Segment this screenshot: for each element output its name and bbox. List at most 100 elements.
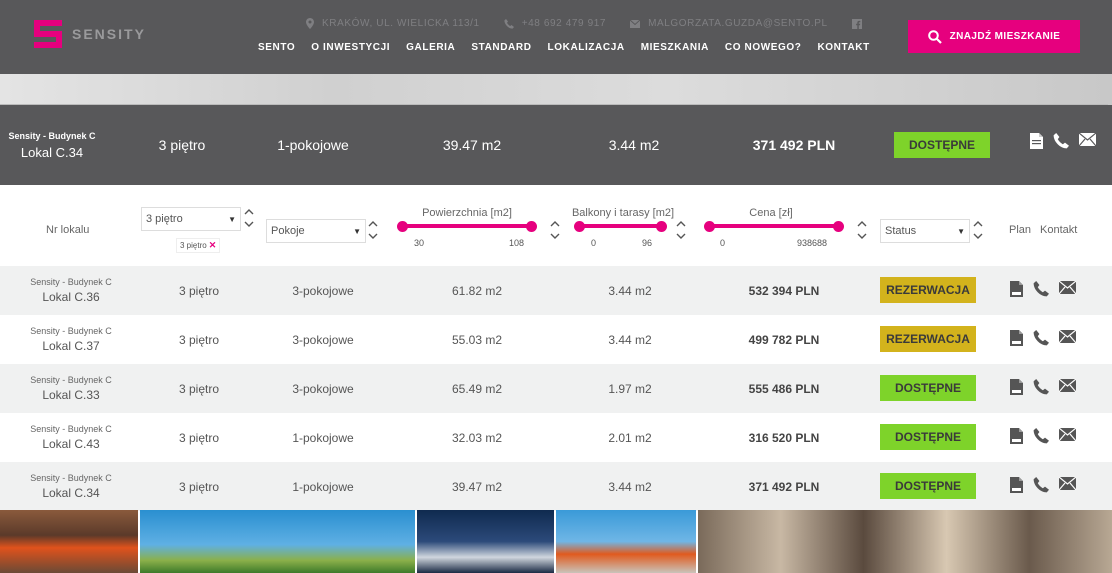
nav-galeria[interactable]: GALERIA — [406, 42, 455, 53]
gallery-photo-2[interactable] — [139, 510, 416, 573]
balcony-min-value: 0 — [591, 238, 597, 248]
lokal-name: Lokal C.33 — [42, 388, 100, 402]
email-item[interactable]: MALGORZATA.GUZDA@SENTO.PL — [630, 18, 828, 29]
balcony-min-handle[interactable] — [574, 221, 585, 232]
sort-up-icon — [244, 209, 254, 215]
gallery-strip — [0, 510, 1112, 573]
phone-icon — [1033, 477, 1049, 493]
sort-up-icon — [550, 221, 560, 227]
rooms-sort-arrows[interactable] — [368, 220, 378, 240]
mail-button[interactable] — [1059, 330, 1076, 346]
area-sort-arrows[interactable] — [550, 220, 560, 240]
gallery-photo-1[interactable] — [0, 510, 138, 573]
balcony-sort-arrows[interactable] — [676, 220, 686, 240]
price-sort-arrows[interactable] — [857, 220, 867, 240]
rooms-select[interactable]: Pokoje ▼ — [266, 219, 366, 243]
phone-item[interactable]: +48 692 479 917 — [504, 18, 606, 29]
price-max-handle[interactable] — [833, 221, 844, 232]
plan-download-button[interactable] — [1010, 330, 1023, 346]
selected-lokal-bar: Sensity - Budynek C Lokal C.34 3 piętro … — [0, 105, 1112, 185]
price-max-value: 938688 — [797, 238, 828, 248]
plan-download-button[interactable] — [1010, 281, 1023, 297]
status-select[interactable]: Status ▼ — [880, 219, 970, 243]
nav-lokalizacja[interactable]: LOKALIZACJA — [548, 42, 625, 53]
table-row[interactable]: Sensity - Budynek C Lokal C.33 3 piętro 3-p… — [0, 364, 1112, 413]
call-button[interactable] — [1033, 379, 1049, 395]
call-button[interactable] — [1033, 330, 1049, 346]
area-cell: 32.03 m2 — [451, 430, 503, 445]
table-row[interactable]: Sensity - Budynek C Lokal C.36 3 piętro 3-p… — [0, 266, 1112, 315]
floor-sort-arrows[interactable] — [244, 208, 254, 228]
table-row[interactable]: Sensity - Budynek C Lokal C.34 3 piętro 1-p… — [0, 462, 1112, 511]
mail-button[interactable] — [1059, 379, 1076, 395]
envelope-icon — [1059, 477, 1076, 490]
plan-download-button[interactable] — [1010, 477, 1023, 493]
envelope-icon — [1059, 330, 1076, 343]
selected-plan-button[interactable] — [1030, 133, 1043, 149]
balcony-slider-track[interactable] — [580, 224, 662, 228]
lokal-cell: Sensity - Budynek C Lokal C.33 — [0, 364, 142, 413]
lokal-building: Sensity - Budynek C — [30, 473, 112, 483]
sort-up-icon — [676, 221, 686, 227]
lokal-building: Sensity - Budynek C — [30, 277, 112, 287]
selected-lokal: Lokal C.34 — [20, 144, 84, 160]
price-slider-track[interactable] — [710, 224, 840, 228]
plan-download-button[interactable] — [1010, 379, 1023, 395]
balcony-max-handle[interactable] — [656, 221, 667, 232]
nav-co-nowego[interactable]: CO NOWEGO? — [725, 42, 802, 53]
area-cell: 61.82 m2 — [451, 283, 503, 298]
floor-filter-tag[interactable]: 3 piętro ✕ — [176, 238, 221, 253]
lokal-cell: Sensity - Budynek C Lokal C.34 — [0, 462, 142, 511]
plan-download-button[interactable] — [1010, 428, 1023, 444]
selected-area: 39.47 m2 — [442, 137, 502, 153]
nav-sento[interactable]: SENTO — [258, 42, 295, 53]
balcony-slider-label: Balkony i tarasy [m2] — [571, 207, 675, 219]
status-sort-arrows[interactable] — [973, 220, 983, 240]
area-min-handle[interactable] — [397, 221, 408, 232]
rooms-cell: 1-pokojowe — [292, 479, 354, 494]
price-cell: 316 520 PLN — [748, 430, 820, 445]
floor-select[interactable]: 3 piętro ▼ — [141, 207, 241, 231]
logo[interactable]: SENSITY — [30, 16, 146, 52]
facebook-item[interactable] — [851, 18, 870, 29]
pdf-file-icon — [1010, 330, 1023, 346]
gallery-photo-4[interactable] — [556, 510, 696, 573]
price-cell: 532 394 PLN — [748, 283, 820, 298]
area-cell: 55.03 m2 — [451, 332, 503, 347]
address-item[interactable]: KRAKÓW, UL. WIELICKA 113/1 — [306, 18, 480, 29]
area-max-handle[interactable] — [526, 221, 537, 232]
mail-button[interactable] — [1059, 281, 1076, 297]
nav-mieszkania[interactable]: MIESZKANIA — [641, 42, 709, 53]
mail-button[interactable] — [1059, 428, 1076, 444]
contact-bar: KRAKÓW, UL. WIELICKA 113/1 +48 692 479 9… — [306, 18, 894, 29]
table-row[interactable]: Sensity - Budynek C Lokal C.43 3 piętro 1-p… — [0, 413, 1112, 462]
nav-standard[interactable]: STANDARD — [471, 42, 531, 53]
table-row[interactable]: Sensity - Budynek C Lokal C.37 3 piętro 3-p… — [0, 315, 1112, 364]
selected-mail-button[interactable] — [1079, 133, 1096, 149]
find-apartment-button[interactable]: ZNAJDŹ MIESZKANIE — [908, 20, 1080, 53]
area-max-value: 108 — [509, 238, 525, 248]
remove-tag-icon[interactable]: ✕ — [209, 240, 217, 250]
selected-phone-button[interactable] — [1053, 133, 1069, 149]
call-button[interactable] — [1033, 281, 1049, 297]
mail-button[interactable] — [1059, 477, 1076, 493]
kontakt-column-label: Kontakt — [1040, 224, 1078, 236]
price-min-handle[interactable] — [704, 221, 715, 232]
gallery-photo-3[interactable] — [417, 510, 554, 573]
nr-lokalu-label: Nr lokalu — [46, 224, 90, 236]
status-badge: REZERWACJA — [880, 326, 976, 352]
call-button[interactable] — [1033, 477, 1049, 493]
nav-o-inwestycji[interactable]: O INWESTYCJI — [311, 42, 390, 53]
gallery-photo-5[interactable] — [697, 510, 1112, 573]
lokal-cell: Sensity - Budynek C Lokal C.37 — [0, 315, 142, 364]
address-text: KRAKÓW, UL. WIELICKA 113/1 — [322, 18, 480, 29]
call-button[interactable] — [1033, 428, 1049, 444]
row-actions — [1010, 428, 1086, 444]
rooms-cell: 3-pokojowe — [292, 283, 354, 298]
selected-balcony: 3.44 m2 — [608, 137, 660, 153]
balcony-cell: 3.44 m2 — [608, 332, 652, 347]
floor-cell: 3 piętro — [178, 430, 220, 445]
area-slider-track[interactable] — [404, 224, 532, 228]
nav-kontakt[interactable]: KONTAKT — [817, 42, 869, 53]
balcony-cell: 1.97 m2 — [608, 381, 652, 396]
